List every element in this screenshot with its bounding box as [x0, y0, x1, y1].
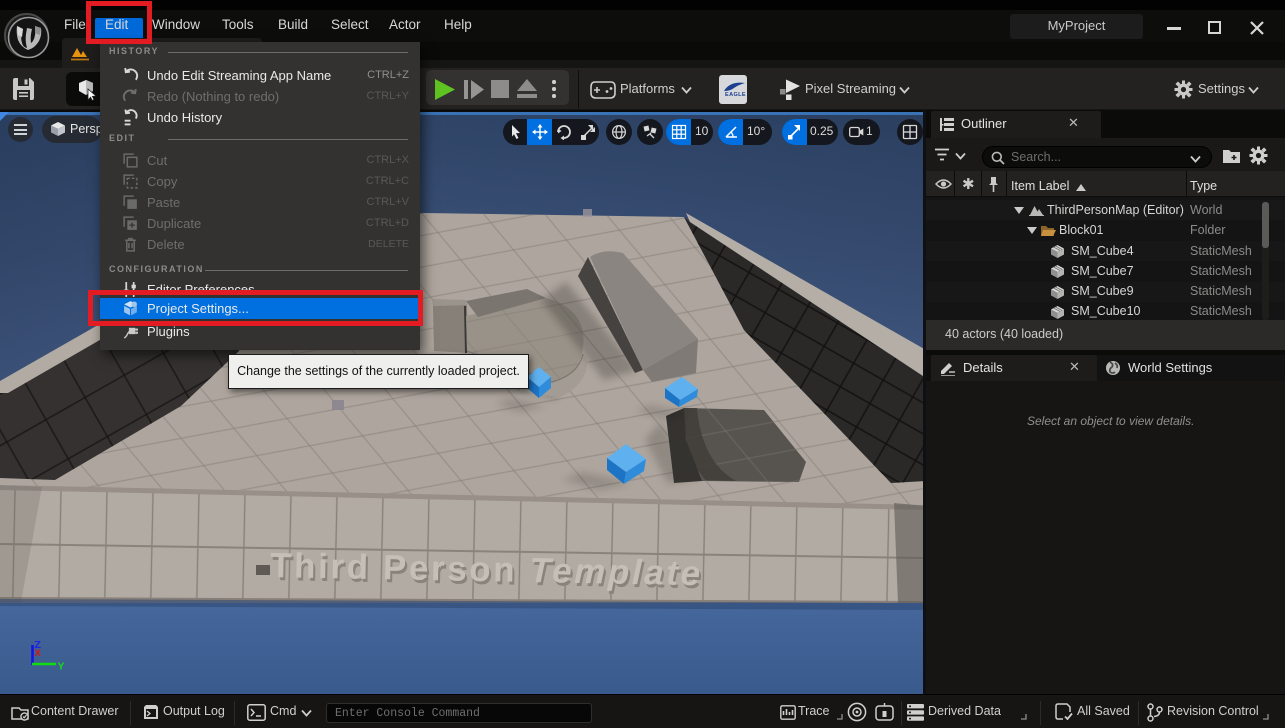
svg-text:Third Person Template: Third Person Template [270, 546, 703, 593]
svg-text:Y: Y [58, 661, 65, 673]
svg-text:X: X [35, 648, 42, 659]
svg-text:EAGLE: EAGLE [725, 92, 746, 98]
